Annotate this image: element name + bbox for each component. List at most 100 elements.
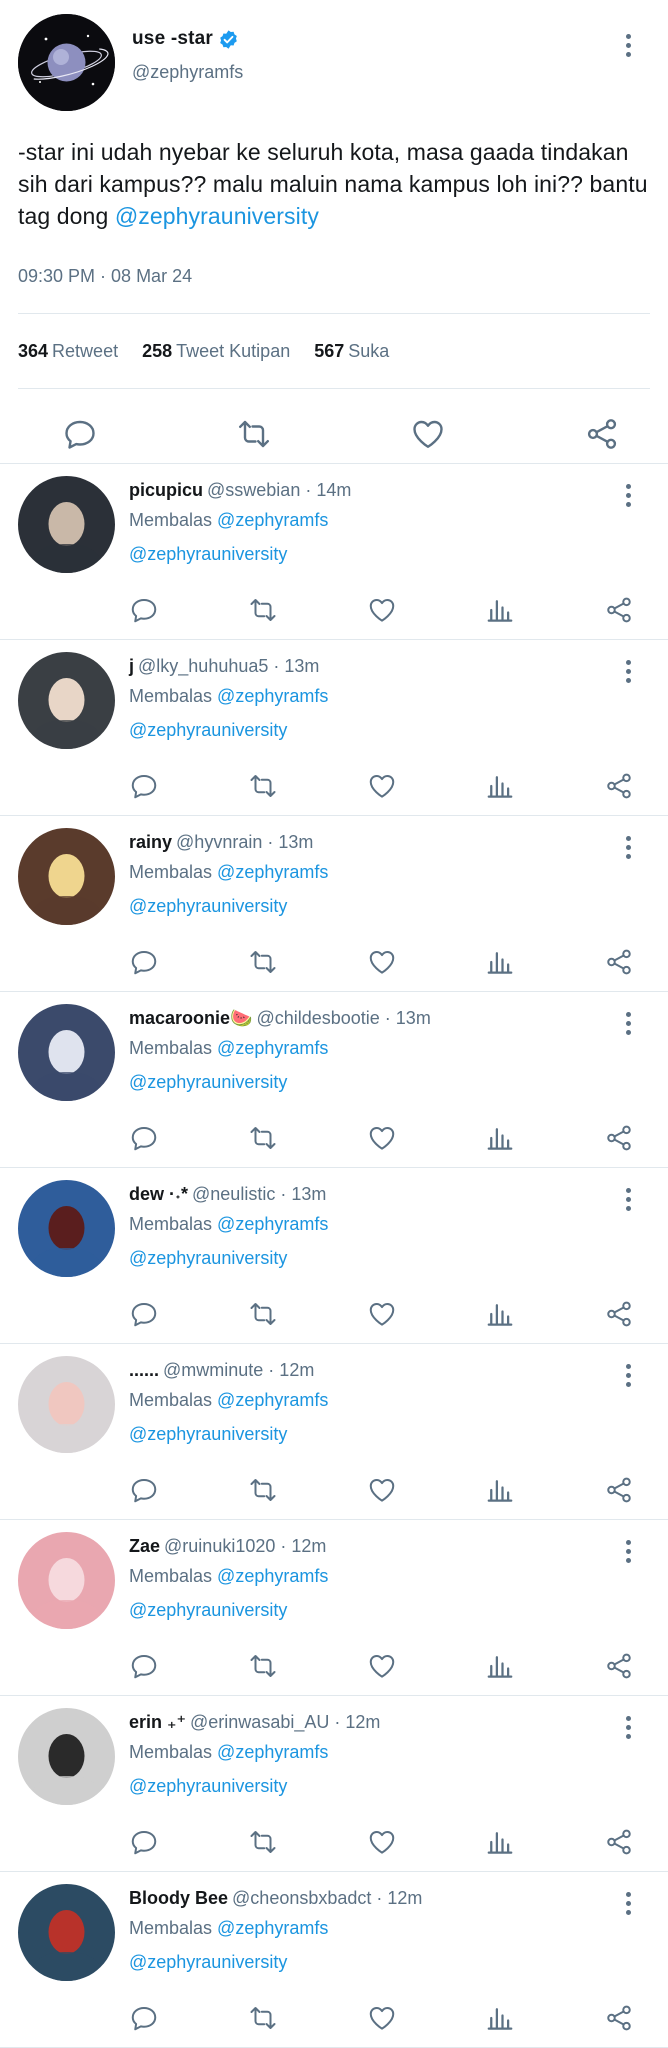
replying-to-mention[interactable]: @zephyramfs (217, 1214, 328, 1234)
handle-and-time[interactable]: @childesbootie · 13m (256, 1008, 430, 1028)
display-name[interactable]: erin ₊⁺ (129, 1712, 186, 1732)
display-name[interactable]: Bloody Bee (129, 1888, 228, 1908)
retweet-icon[interactable] (248, 1827, 278, 1857)
retweet-icon[interactable] (236, 416, 272, 452)
more-options-icon[interactable] (616, 656, 640, 686)
analytics-icon[interactable] (485, 1827, 515, 1857)
display-name[interactable]: dew ·˖* (129, 1184, 188, 1204)
replying-to-mention[interactable]: @zephyramfs (217, 1390, 328, 1410)
reply-icon[interactable] (129, 1475, 159, 1505)
reply-text-mention[interactable]: @zephyrauniversity (129, 896, 608, 917)
reply-tweet[interactable]: j @lky_huhuhua5 · 13m Membalas @zephyramf… (0, 639, 668, 815)
retweet-icon[interactable] (248, 947, 278, 977)
share-icon[interactable] (604, 1299, 634, 1329)
more-options-icon[interactable] (616, 832, 640, 862)
reply-icon[interactable] (129, 1123, 159, 1153)
like-icon[interactable] (367, 1827, 397, 1857)
share-icon[interactable] (604, 1123, 634, 1153)
replying-to-mention[interactable]: @zephyramfs (217, 862, 328, 882)
share-icon[interactable] (604, 1475, 634, 1505)
reply-icon[interactable] (129, 2003, 159, 2033)
handle-and-time[interactable]: @lky_huhuhua5 · 13m (138, 656, 319, 676)
handle-and-time[interactable]: @cheonsbxbadct · 12m (232, 1888, 422, 1908)
more-options-icon[interactable] (616, 1184, 640, 1214)
retweet-icon[interactable] (248, 2003, 278, 2033)
quote-tweet-stat[interactable]: 258 Tweet Kutipan (142, 341, 290, 362)
analytics-icon[interactable] (485, 2003, 515, 2033)
avatar[interactable] (18, 1356, 115, 1453)
reply-tweet[interactable]: dew ·˖* @neulistic · 13m Membalas @zephyr… (0, 1167, 668, 1343)
analytics-icon[interactable] (485, 595, 515, 625)
avatar[interactable] (18, 1180, 115, 1277)
avatar[interactable] (18, 652, 115, 749)
like-icon[interactable] (367, 595, 397, 625)
analytics-icon[interactable] (485, 947, 515, 977)
reply-tweet[interactable]: macaroonie🍉 @childesbootie · 13m Membalas… (0, 991, 668, 1167)
reply-text-mention[interactable]: @zephyrauniversity (129, 544, 608, 565)
avatar[interactable] (18, 1532, 115, 1629)
reply-text-mention[interactable]: @zephyrauniversity (129, 720, 608, 741)
reply-text-mention[interactable]: @zephyrauniversity (129, 1776, 608, 1797)
reply-icon[interactable] (129, 595, 159, 625)
retweet-icon[interactable] (248, 1299, 278, 1329)
reply-tweet[interactable]: Bloody Bee @cheonsbxbadct · 12m Membalas … (0, 1871, 668, 2047)
avatar[interactable] (18, 1708, 115, 1805)
like-icon[interactable] (410, 416, 446, 452)
share-icon[interactable] (604, 947, 634, 977)
replying-to-mention[interactable]: @zephyramfs (217, 686, 328, 706)
retweet-icon[interactable] (248, 595, 278, 625)
handle-and-time[interactable]: @erinwasabi_AU · 12m (190, 1712, 380, 1732)
analytics-icon[interactable] (485, 1651, 515, 1681)
tweet-timestamp[interactable]: 09:30 PM · 08 Mar 24 (18, 266, 650, 287)
share-icon[interactable] (604, 1827, 634, 1857)
reply-icon[interactable] (129, 947, 159, 977)
reply-text-mention[interactable]: @zephyrauniversity (129, 1952, 608, 1973)
reply-tweet[interactable]: erin ₊⁺ @erinwasabi_AU · 12m Membalas @ze… (0, 1695, 668, 1871)
replying-to-mention[interactable]: @zephyramfs (217, 1566, 328, 1586)
retweet-icon[interactable] (248, 771, 278, 801)
like-icon[interactable] (367, 1123, 397, 1153)
handle[interactable]: @zephyramfs (132, 62, 243, 83)
share-icon[interactable] (584, 416, 620, 452)
reply-text-mention[interactable]: @zephyrauniversity (129, 1600, 608, 1621)
avatar[interactable] (18, 1004, 115, 1101)
like-icon[interactable] (367, 1475, 397, 1505)
reply-text-mention[interactable]: @zephyrauniversity (129, 1072, 608, 1093)
like-icon[interactable] (367, 1651, 397, 1681)
reply-icon[interactable] (129, 1827, 159, 1857)
avatar[interactable] (18, 14, 115, 111)
share-icon[interactable] (604, 771, 634, 801)
handle-and-time[interactable]: @hyvnrain · 13m (176, 832, 313, 852)
handle-and-time[interactable]: @ruinuki1020 · 12m (164, 1536, 326, 1556)
display-name[interactable]: macaroonie🍉 (129, 1008, 252, 1028)
avatar[interactable] (18, 476, 115, 573)
analytics-icon[interactable] (485, 1475, 515, 1505)
replying-to-mention[interactable]: @zephyramfs (217, 1918, 328, 1938)
retweet-stat[interactable]: 364 Retweet (18, 341, 118, 362)
reply-tweet[interactable]: Zae @ruinuki1020 · 12m Membalas @zephyram… (0, 1519, 668, 1695)
like-icon[interactable] (367, 1299, 397, 1329)
avatar[interactable] (18, 828, 115, 925)
display-name[interactable]: use -star (132, 28, 213, 50)
more-options-icon[interactable] (616, 30, 640, 60)
display-name[interactable]: rainy (129, 832, 172, 852)
analytics-icon[interactable] (485, 1123, 515, 1153)
more-options-icon[interactable] (616, 1360, 640, 1390)
retweet-icon[interactable] (248, 1123, 278, 1153)
mention-link[interactable]: @zephyrauniversity (115, 203, 319, 229)
display-name[interactable]: j (129, 656, 134, 676)
replying-to-mention[interactable]: @zephyramfs (217, 510, 328, 530)
like-stat[interactable]: 567 Suka (314, 341, 389, 362)
reply-tweet[interactable]: ...... @mwminute · 12m Membalas @zephyram… (0, 1343, 668, 1519)
retweet-icon[interactable] (248, 1475, 278, 1505)
analytics-icon[interactable] (485, 771, 515, 801)
reply-icon[interactable] (129, 771, 159, 801)
more-options-icon[interactable] (616, 1536, 640, 1566)
reply-icon[interactable] (129, 1299, 159, 1329)
like-icon[interactable] (367, 2003, 397, 2033)
reply-icon[interactable] (62, 416, 98, 452)
reply-icon[interactable] (129, 1651, 159, 1681)
analytics-icon[interactable] (485, 1299, 515, 1329)
display-name[interactable]: ...... (129, 1360, 159, 1380)
like-icon[interactable] (367, 771, 397, 801)
